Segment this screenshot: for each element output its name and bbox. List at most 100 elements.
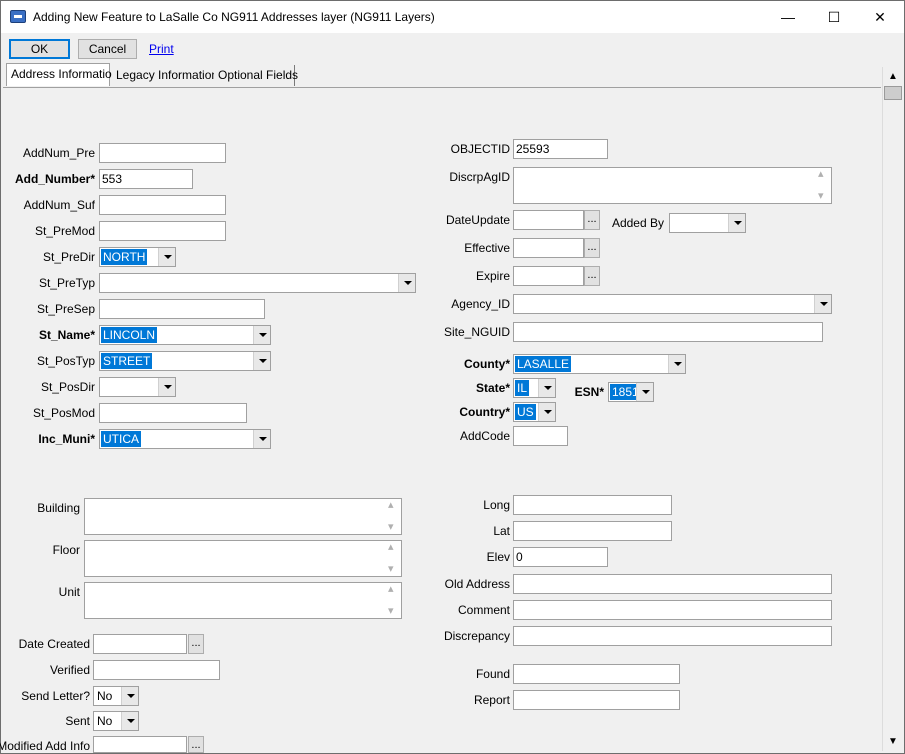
vertical-scrollbar[interactable]: ▲ ▼ — [882, 67, 902, 751]
report-field[interactable] — [513, 690, 680, 710]
discrepancy-label: Discrepancy — [443, 629, 510, 643]
st-name-value: LINCOLN — [101, 327, 158, 343]
country-select[interactable]: US — [513, 402, 556, 422]
floor-field[interactable] — [84, 540, 402, 577]
chevron-down-icon[interactable] — [728, 214, 745, 232]
memo-scroll[interactable] — [385, 582, 401, 618]
chevron-down-icon[interactable] — [636, 383, 653, 401]
state-select[interactable]: IL — [513, 378, 556, 398]
scroll-down-icon[interactable]: ▼ — [884, 733, 902, 750]
building-field[interactable] — [84, 498, 402, 535]
effective-picker-button[interactable]: ... — [584, 238, 600, 258]
verified-field[interactable] — [93, 660, 220, 680]
st-postyp-select[interactable]: STREET — [99, 351, 271, 371]
memo-scroll[interactable] — [385, 540, 401, 576]
dateupdate-field[interactable] — [513, 210, 584, 230]
found-label: Found — [475, 667, 510, 681]
added-by-label: Added By — [611, 216, 664, 230]
county-label: County* — [464, 357, 510, 371]
memo-scroll[interactable] — [385, 498, 401, 534]
objectid-label: OBJECTID — [450, 142, 510, 156]
discrepancy-field[interactable] — [513, 626, 832, 646]
chevron-down-icon[interactable] — [253, 352, 270, 370]
tab-address-information[interactable]: Address Information — [6, 63, 118, 86]
close-icon[interactable]: ✕ — [857, 1, 903, 33]
st-premod-field[interactable] — [99, 221, 226, 241]
inc-muni-select[interactable]: UTICA — [99, 429, 271, 449]
effective-label: Effective — [464, 241, 510, 255]
expire-label: Expire — [475, 269, 510, 283]
send-letter-label: Send Letter? — [21, 689, 90, 703]
modified-add-info-field[interactable] — [93, 736, 187, 753]
st-predir-select[interactable]: NORTH — [99, 247, 176, 267]
expire-field[interactable] — [513, 266, 584, 286]
st-premod-label: St_PreMod — [34, 224, 95, 238]
chevron-down-icon[interactable] — [253, 326, 270, 344]
addnum-suf-label: AddNum_Suf — [23, 198, 95, 212]
esn-select[interactable]: 1851 — [608, 382, 654, 402]
st-posmod-field[interactable] — [99, 403, 247, 423]
added-by-select[interactable] — [669, 213, 746, 233]
tab-legacy-information[interactable]: Legacy Information — [112, 65, 218, 86]
addcode-label: AddCode — [459, 429, 510, 443]
ok-button[interactable]: OK — [9, 39, 70, 59]
st-name-select[interactable]: LINCOLN — [99, 325, 271, 345]
chevron-down-icon[interactable] — [158, 248, 175, 266]
add-number-field[interactable]: 553 — [99, 169, 193, 189]
agency-id-select[interactable] — [513, 294, 832, 314]
chevron-down-icon[interactable] — [121, 712, 138, 730]
tab-optional-fields[interactable]: Optional Fields — [214, 65, 298, 86]
expire-picker-button[interactable]: ... — [584, 266, 600, 286]
chevron-down-icon[interactable] — [158, 378, 175, 396]
date-created-field[interactable] — [93, 634, 187, 654]
found-field[interactable] — [513, 664, 680, 684]
long-field[interactable] — [513, 495, 672, 515]
chevron-down-icon[interactable] — [121, 687, 138, 705]
st-pretyp-select[interactable] — [99, 273, 416, 293]
lat-label: Lat — [493, 524, 510, 538]
scroll-thumb[interactable] — [884, 86, 902, 100]
send-letter-select[interactable]: No — [93, 686, 139, 706]
county-select[interactable]: LASALLE — [513, 354, 686, 374]
date-created-picker-button[interactable]: ... — [188, 634, 204, 654]
chevron-down-icon[interactable] — [398, 274, 415, 292]
addcode-field[interactable] — [513, 426, 568, 446]
addnum-suf-field[interactable] — [99, 195, 226, 215]
minimize-icon[interactable]: — — [765, 1, 811, 33]
memo-scroll[interactable] — [815, 167, 831, 203]
scroll-up-icon[interactable]: ▲ — [884, 68, 902, 85]
chevron-down-icon[interactable] — [538, 403, 555, 421]
county-value: LASALLE — [515, 356, 572, 372]
comment-field[interactable] — [513, 600, 832, 620]
print-link[interactable]: Print — [149, 42, 174, 56]
effective-field[interactable] — [513, 238, 584, 258]
sent-value: No — [97, 714, 113, 728]
old-address-field[interactable] — [513, 574, 832, 594]
modified-add-info-picker-button[interactable]: ... — [188, 736, 204, 753]
st-posmod-label: St_PosMod — [32, 406, 95, 420]
state-label: State* — [475, 381, 510, 395]
elev-field[interactable]: 0 — [513, 547, 608, 567]
chevron-down-icon[interactable] — [253, 430, 270, 448]
chevron-down-icon[interactable] — [668, 355, 685, 373]
st-presep-field[interactable] — [99, 299, 265, 319]
report-label: Report — [473, 693, 510, 707]
st-postyp-value: STREET — [101, 353, 153, 369]
layer-app-icon — [10, 10, 26, 23]
comment-label: Comment — [457, 603, 510, 617]
lat-field[interactable] — [513, 521, 672, 541]
unit-field[interactable] — [84, 582, 402, 619]
cancel-button[interactable]: Cancel — [78, 39, 137, 59]
addnum-pre-field[interactable] — [99, 143, 226, 163]
chevron-down-icon[interactable] — [538, 379, 555, 397]
sent-select[interactable]: No — [93, 711, 139, 731]
st-posdir-select[interactable] — [99, 377, 176, 397]
maximize-icon[interactable]: ☐ — [811, 1, 857, 33]
discrpagid-field[interactable] — [513, 167, 832, 204]
site-nguid-field[interactable] — [513, 322, 823, 342]
country-label: Country* — [459, 405, 510, 419]
elev-label: Elev — [486, 550, 510, 564]
agency-id-label: Agency_ID — [451, 297, 510, 311]
chevron-down-icon[interactable] — [814, 295, 831, 313]
dateupdate-picker-button[interactable]: ... — [584, 210, 600, 230]
